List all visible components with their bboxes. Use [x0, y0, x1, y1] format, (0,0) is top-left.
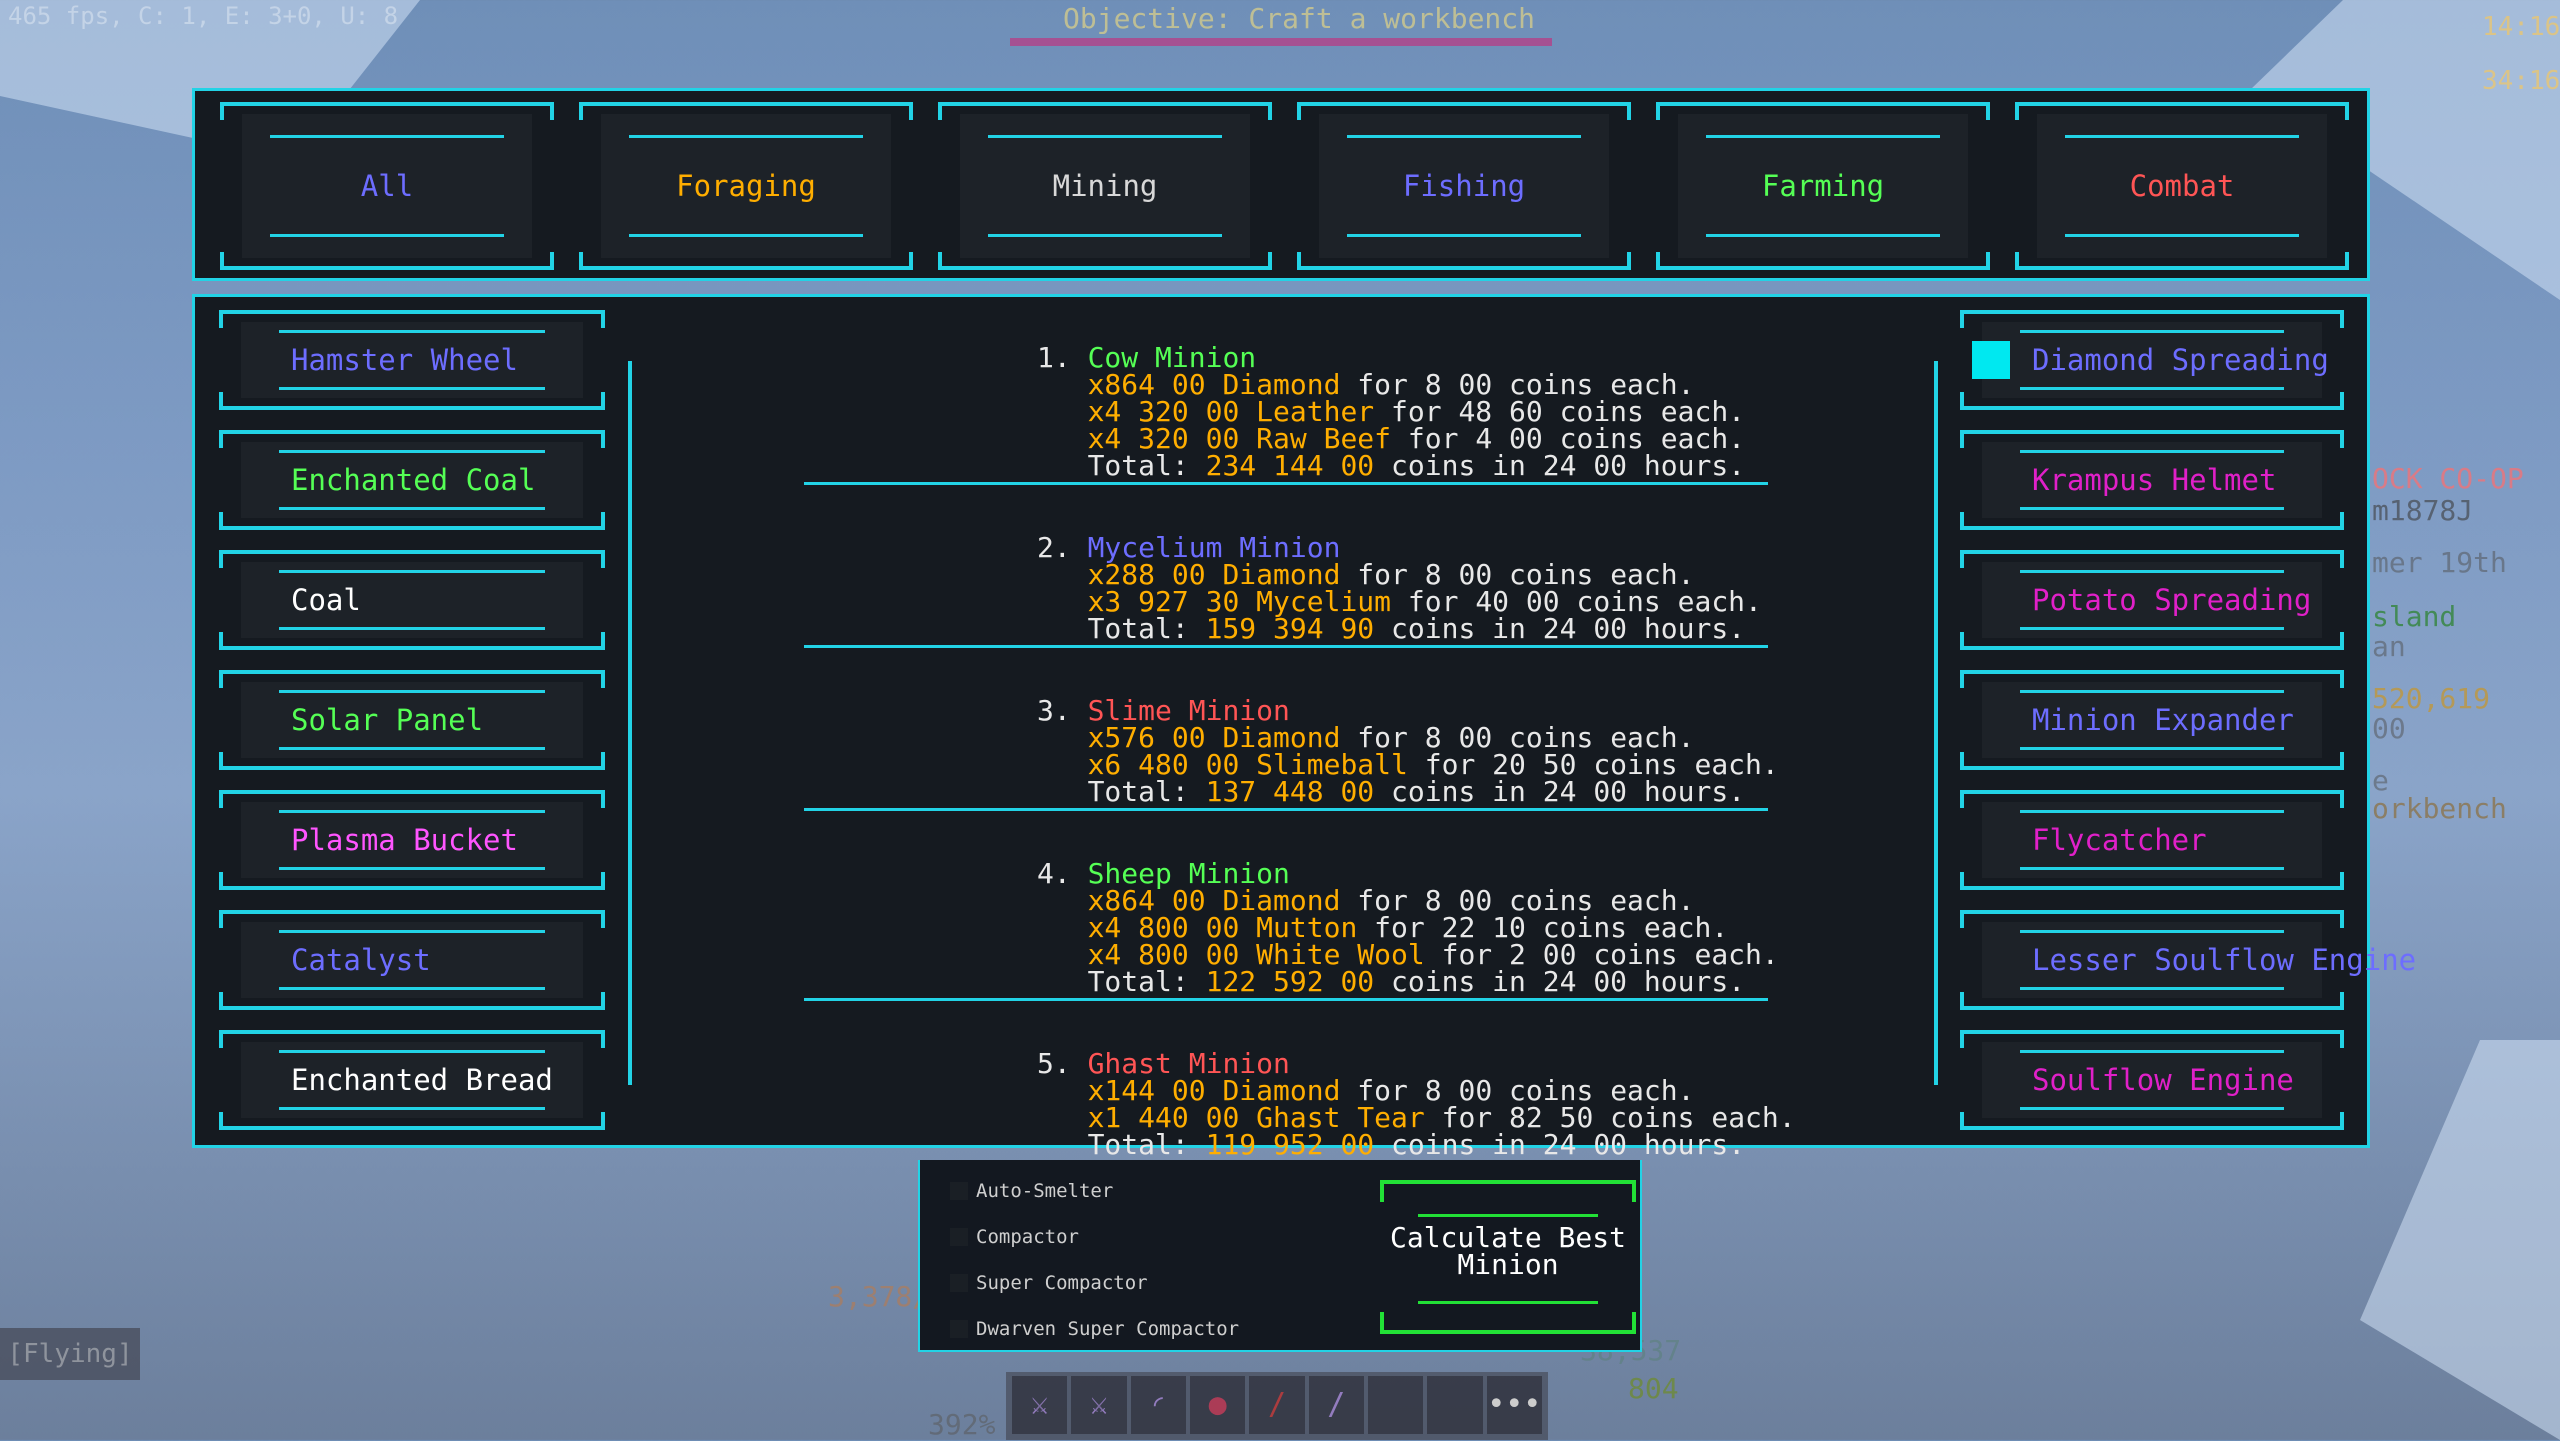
item-label: Potato Spreading — [2032, 583, 2312, 617]
objective-bar — [1010, 38, 1552, 46]
result-entry: 5. Ghast Minion x144 00 Diamond for 8 00… — [1037, 1047, 1796, 1161]
upgrade-label: Dwarven Super Compactor — [976, 1318, 1240, 1340]
hotbar: ⚔ ⚔ ◜ ● / / ••• — [1006, 1372, 1548, 1440]
item-label: Minion Expander — [2032, 703, 2294, 737]
tab-farming[interactable]: Farming — [1656, 102, 1990, 270]
sword-icon[interactable]: ⚔ — [1012, 1376, 1068, 1434]
menu-icon[interactable]: ••• — [1486, 1376, 1542, 1434]
health-text: 3,378/ — [828, 1280, 930, 1313]
left-scrollbar[interactable] — [628, 361, 632, 1085]
speed-text: 392% — [928, 1408, 996, 1441]
tab-combat[interactable]: Combat — [2015, 102, 2349, 270]
item-label: Diamond Spreading — [2032, 343, 2329, 377]
sidebar-text: m1878J — [2372, 494, 2474, 527]
right-scrollbar[interactable] — [1934, 361, 1938, 1085]
left-item-solar-panel[interactable]: Solar Panel — [219, 670, 605, 770]
tab-foraging[interactable]: Foraging — [579, 102, 913, 270]
result-entry: 2. Mycelium Minion x288 00 Diamond for 8… — [1037, 531, 1762, 645]
sidebar-text: 520,619 — [2372, 682, 2491, 715]
item-label: Enchanted Bread — [291, 1063, 553, 1097]
left-item-enchanted-coal[interactable]: Enchanted Coal — [219, 430, 605, 530]
left-item-enchanted-bread[interactable]: Enchanted Bread — [219, 1030, 605, 1130]
left-item-catalyst[interactable]: Catalyst — [219, 910, 605, 1010]
sidebar-text: mer 19th — [2372, 546, 2507, 579]
bow-icon[interactable]: ◜ — [1130, 1376, 1186, 1434]
result-divider — [804, 482, 1768, 485]
item-label: Enchanted Coal — [291, 463, 536, 497]
right-item-soulflow-engine[interactable]: Soulflow Engine — [1960, 1030, 2344, 1130]
tab-label: Farming — [1761, 169, 1885, 203]
item-label: Flycatcher — [2032, 823, 2207, 857]
tab-label: Combat — [2129, 169, 2235, 203]
tab-label: All — [360, 169, 414, 203]
upgrade-panel: Auto-Smelter Compactor Super Compactor D… — [918, 1160, 1642, 1352]
right-item-diamond-spreading[interactable]: Diamond Spreading — [1960, 310, 2344, 410]
sidebar-text: an — [2372, 630, 2406, 663]
tab-label: Mining — [1052, 169, 1158, 203]
result-divider — [804, 998, 1768, 1001]
right-item-minion-expander[interactable]: Minion Expander — [1960, 670, 2344, 770]
calculate-best-minion-button[interactable]: Calculate Best Minion — [1380, 1180, 1636, 1334]
rod-icon[interactable]: / — [1249, 1376, 1305, 1434]
result-entry: 3. Slime Minion x576 00 Diamond for 8 00… — [1037, 694, 1779, 808]
hud-time-2: 34:16 — [2482, 66, 2560, 96]
right-item-lesser-soulflow-engine[interactable]: Lesser Soulflow Engine — [1960, 910, 2416, 1010]
item-label: Solar Panel — [291, 703, 484, 737]
item-label: Hamster Wheel — [291, 343, 518, 377]
super-compactor-checkbox[interactable] — [950, 1274, 968, 1292]
item-label: Plasma Bucket — [291, 823, 518, 857]
tab-label: Fishing — [1402, 169, 1526, 203]
cloud — [2360, 1040, 2560, 1440]
left-item-hamster-wheel[interactable]: Hamster Wheel — [219, 310, 605, 410]
flying-indicator: [Flying] — [0, 1328, 140, 1380]
item-label: Catalyst — [291, 943, 431, 977]
objective-text: Objective: Craft a workbench — [1063, 2, 1536, 35]
upgrade-label: Compactor — [976, 1226, 1079, 1248]
hud-time-1: 14:16 — [2482, 12, 2560, 42]
tab-fishing[interactable]: Fishing — [1297, 102, 1631, 270]
tab-label: Foraging — [676, 169, 816, 203]
item-label: Soulflow Engine — [2032, 1063, 2294, 1097]
hotbar-slot-empty[interactable] — [1367, 1376, 1424, 1434]
sidebar-text: orkbench — [2372, 792, 2507, 825]
result-divider — [804, 808, 1768, 811]
category-tab-bar: All Foraging Mining Fishing Farming Comb… — [192, 88, 2370, 281]
checked-indicator[interactable] — [1972, 341, 2010, 379]
tab-all[interactable]: All — [220, 102, 554, 270]
dwarven-super-compactor-checkbox[interactable] — [950, 1320, 968, 1338]
result-entry: 4. Sheep Minion x864 00 Diamond for 8 00… — [1037, 857, 1779, 998]
orb-icon[interactable]: ● — [1189, 1376, 1246, 1434]
sidebar-text: sland — [2372, 600, 2457, 633]
right-item-flycatcher[interactable]: Flycatcher — [1960, 790, 2344, 890]
result-divider — [804, 645, 1768, 648]
upgrade-label: Super Compactor — [976, 1272, 1148, 1294]
tab-mining[interactable]: Mining — [938, 102, 1272, 270]
result-entry: 1. Cow Minion x864 00 Diamond for 8 00 c… — [1037, 341, 1746, 482]
compactor-checkbox[interactable] — [950, 1228, 968, 1246]
left-item-coal[interactable]: Coal — [219, 550, 605, 650]
left-item-plasma-bucket[interactable]: Plasma Bucket — [219, 790, 605, 890]
sidebar-text: 00 — [2372, 712, 2406, 745]
stat-text: 804 — [1628, 1372, 1679, 1405]
right-item-potato-spreading[interactable]: Potato Spreading — [1960, 550, 2344, 650]
wand-icon[interactable]: / — [1308, 1376, 1364, 1434]
sidebar-text: OCK CO-OP — [2372, 462, 2524, 495]
main-panel: Hamster Wheel Enchanted Coal Coal Solar … — [192, 294, 2416, 1159]
button-label-line2: Minion — [1457, 1248, 1559, 1281]
upgrade-label: Auto-Smelter — [976, 1180, 1114, 1202]
right-item-krampus-helmet[interactable]: Krampus Helmet — [1960, 430, 2344, 530]
auto-smelter-checkbox[interactable] — [950, 1182, 968, 1200]
item-label: Coal — [291, 583, 361, 617]
fps-counter: 465 fps, C: 1, E: 3+0, U: 8 — [8, 2, 399, 30]
item-label: Krampus Helmet — [2032, 463, 2277, 497]
item-label: Lesser Soulflow Engine — [2032, 943, 2417, 977]
hotbar-slot-empty[interactable] — [1427, 1376, 1483, 1434]
sword-icon[interactable]: ⚔ — [1071, 1376, 1127, 1434]
button-label-line1: Calculate Best — [1389, 1221, 1626, 1254]
